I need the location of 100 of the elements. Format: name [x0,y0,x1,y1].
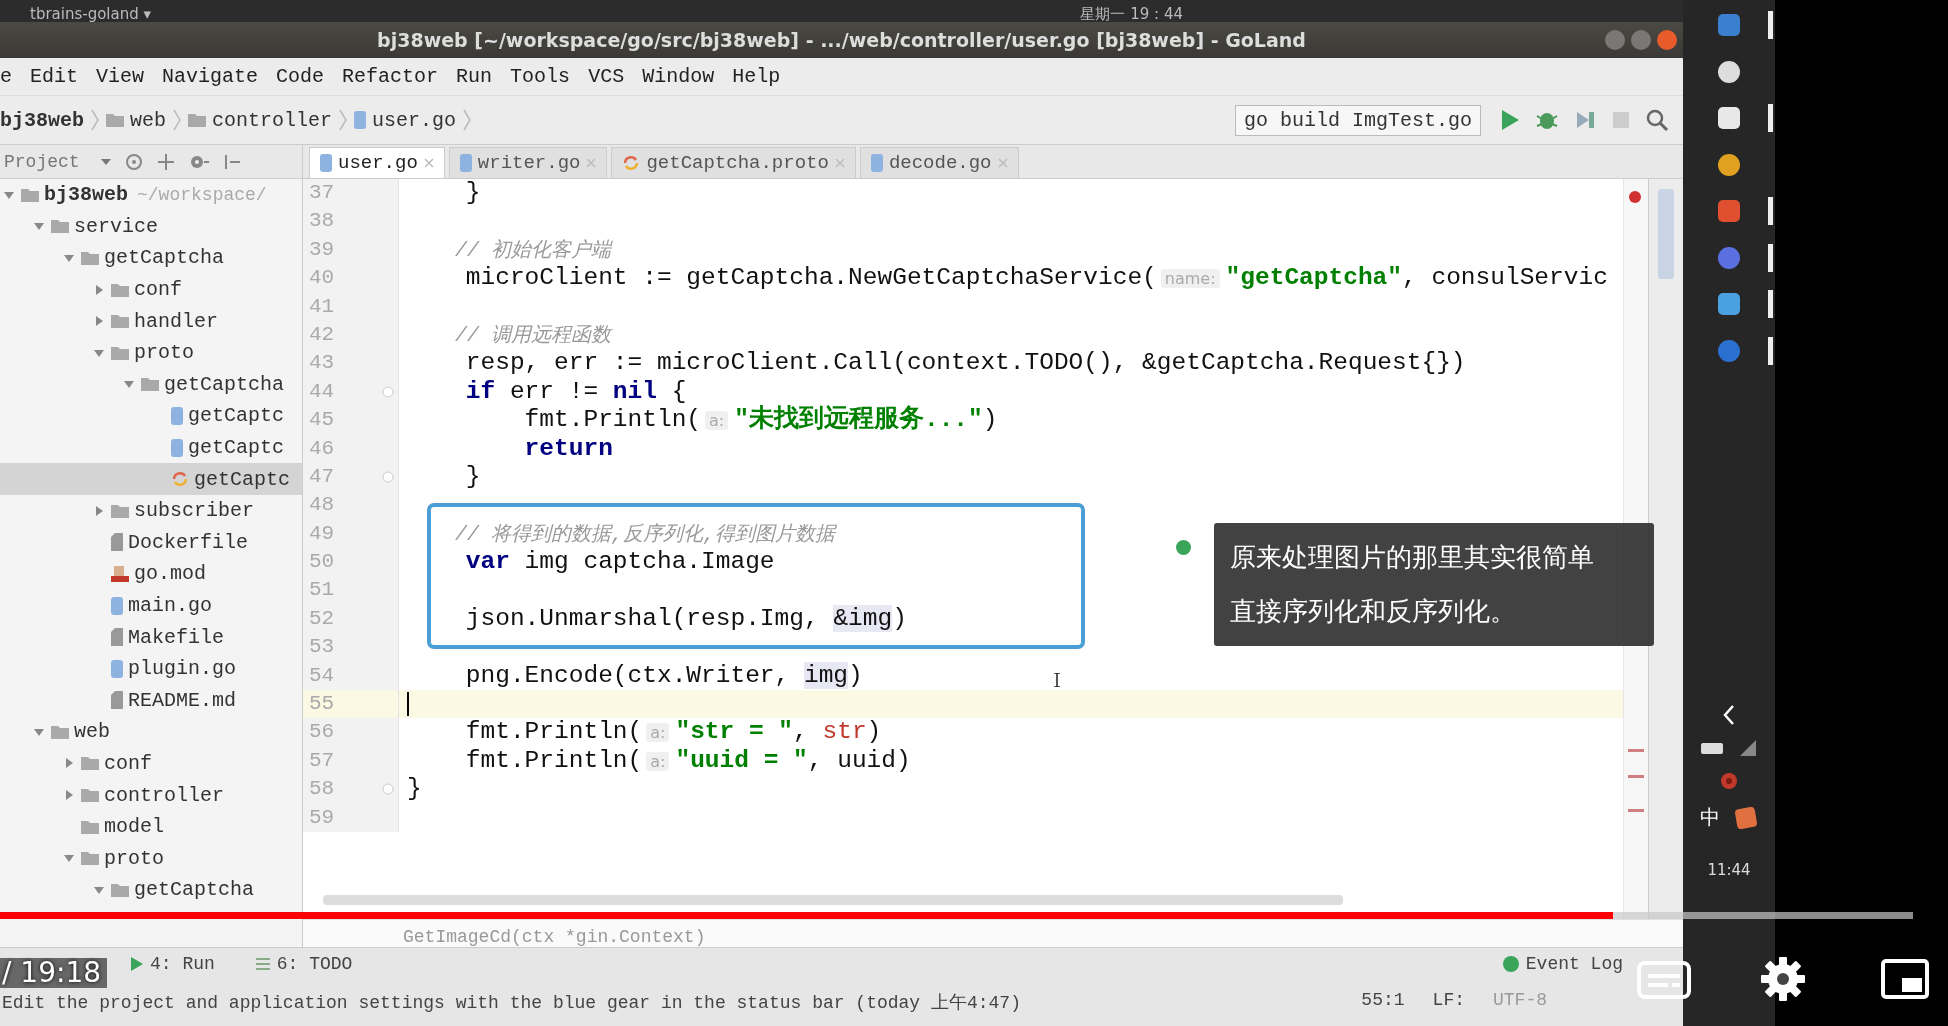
app-icon[interactable] [1716,151,1742,178]
code-line: microClient := getCaptcha.NewGetCaptchaService( name: "getCaptcha", consulServic [464,264,1608,293]
line-separator[interactable]: LF: [1432,990,1471,1010]
menu-item[interactable]: Navigate [162,65,259,88]
folder-icon [111,882,129,897]
input-method-indicator[interactable]: 中 [1700,804,1720,831]
tree-item[interactable]: web [0,716,302,748]
tree-item[interactable]: getCaptcha [0,874,302,906]
refresh-icon [171,470,189,489]
tree-item[interactable]: plugin.go [0,652,302,685]
tree-item[interactable]: Dockerfile [0,526,302,559]
tree-item[interactable]: getCaptc [0,463,302,495]
tree-item[interactable]: service [0,210,302,243]
tree-item[interactable]: getCaptc [0,431,302,464]
breadcrumb-item[interactable]: bj38web [0,108,84,132]
play-icon [130,956,144,972]
editor-tab[interactable]: user.go [309,147,445,178]
tool-window-button[interactable]: 4: Run [130,954,215,974]
menu-item[interactable]: Edit [30,65,79,88]
menu-item[interactable]: Run [456,65,493,88]
tree-item[interactable]: getCaptc [0,400,302,432]
app-icon[interactable] [1716,291,1742,318]
menu-item[interactable]: Code [276,65,325,88]
menu-item[interactable]: e [0,65,12,88]
menu-item[interactable]: Window [642,65,715,88]
breadcrumb-item[interactable]: user.go [372,108,457,132]
collapse-arrow-icon[interactable] [93,315,105,328]
collapse-arrow-icon[interactable] [63,789,75,802]
app-icon[interactable] [1716,105,1742,132]
list-icon [254,956,271,972]
target-icon[interactable] [123,151,144,172]
line-number: 59 [303,803,369,832]
expand-arrow-icon[interactable] [63,252,75,264]
breadcrumb-item[interactable]: web [130,108,167,132]
subtitles-icon[interactable] [1636,960,1692,1000]
file-icon [111,691,123,710]
line-number: 47 [303,462,369,492]
settings-icon[interactable] [1760,956,1806,1002]
signal-icon[interactable] [1738,738,1758,758]
tree-item[interactable]: proto [0,842,302,875]
line-number: 56 [303,718,369,747]
line-number: 53 [303,633,369,662]
collapse-arrow-icon[interactable] [93,283,105,296]
tree-item[interactable]: controller [0,779,302,811]
maximize-button[interactable] [1631,30,1651,50]
miniplayer-icon[interactable] [1880,958,1930,1000]
app-menu[interactable]: tbrains-goland ▾ [30,6,152,22]
progress-track[interactable] [0,912,1913,919]
line-number: 37 [303,179,369,208]
collapse-arrow-icon[interactable] [63,757,75,770]
caret-down-icon[interactable] [99,156,112,167]
tree-item[interactable]: subscriber [0,494,302,527]
close-icon[interactable] [423,158,434,168]
search-icon[interactable] [1645,108,1669,132]
caret-position[interactable]: 55:1 [1361,990,1411,1010]
editor-tab[interactable]: getCaptcha.proto [611,147,856,178]
run-configuration-dropdown[interactable]: go build ImgTest.go [1234,104,1481,136]
tree-item[interactable]: main.go [0,589,302,622]
tree-item[interactable]: proto [0,336,302,369]
fold-marker-icon[interactable] [382,471,394,484]
menu-item[interactable]: Tools [510,65,571,88]
tree-item[interactable]: handler [0,305,302,337]
tree-item[interactable]: README.md [0,684,302,717]
tree-item[interactable]: conf [0,747,302,780]
code-line: } [464,179,481,208]
tree-item[interactable]: bj38web ~/workspace/ [0,179,302,211]
editor-tab[interactable]: writer.go [448,147,608,178]
menu-item[interactable]: View [96,65,145,88]
play-icon[interactable] [1499,108,1521,132]
tool-window-button[interactable]: 6: TODO [254,954,353,974]
menu-item[interactable]: Refactor [342,65,439,88]
tree-item[interactable]: getCaptcha [0,242,302,274]
tree-item[interactable]: go.mod [0,558,302,590]
minimize-button[interactable] [1605,30,1625,50]
folder-icon [111,503,129,518]
tree-item[interactable]: getCaptcha [0,368,302,401]
fold-marker-icon[interactable] [382,385,394,398]
menu-item[interactable]: VCS [588,65,625,88]
tree-item[interactable]: conf [0,273,302,306]
line-number: 49 [303,519,369,549]
fold-marker-icon[interactable] [382,783,394,796]
file-icon [171,406,183,425]
breadcrumb-item[interactable]: controller [212,108,333,132]
error-marker[interactable] [1629,191,1641,203]
horizontal-scrollbar[interactable] [323,895,1343,905]
file-icon [111,533,123,552]
collapse-arrow-icon[interactable] [93,504,105,517]
tree-item[interactable]: Makefile [0,621,302,653]
tree-item[interactable]: model [0,810,302,843]
app-icon[interactable] [1716,58,1742,85]
editor-tab[interactable]: decode.go [859,147,1019,178]
chevron-left-icon[interactable] [1722,704,1736,726]
tool-window-button[interactable]: Event Log [1501,954,1623,974]
close-button[interactable] [1657,30,1677,50]
balloon-icon [1501,955,1520,973]
keyboard-icon[interactable] [1700,740,1724,756]
menu-item[interactable]: Help [732,65,781,88]
panel-title[interactable]: Project [4,151,80,172]
line-number: 40 [303,264,369,293]
folder-icon [81,788,99,803]
